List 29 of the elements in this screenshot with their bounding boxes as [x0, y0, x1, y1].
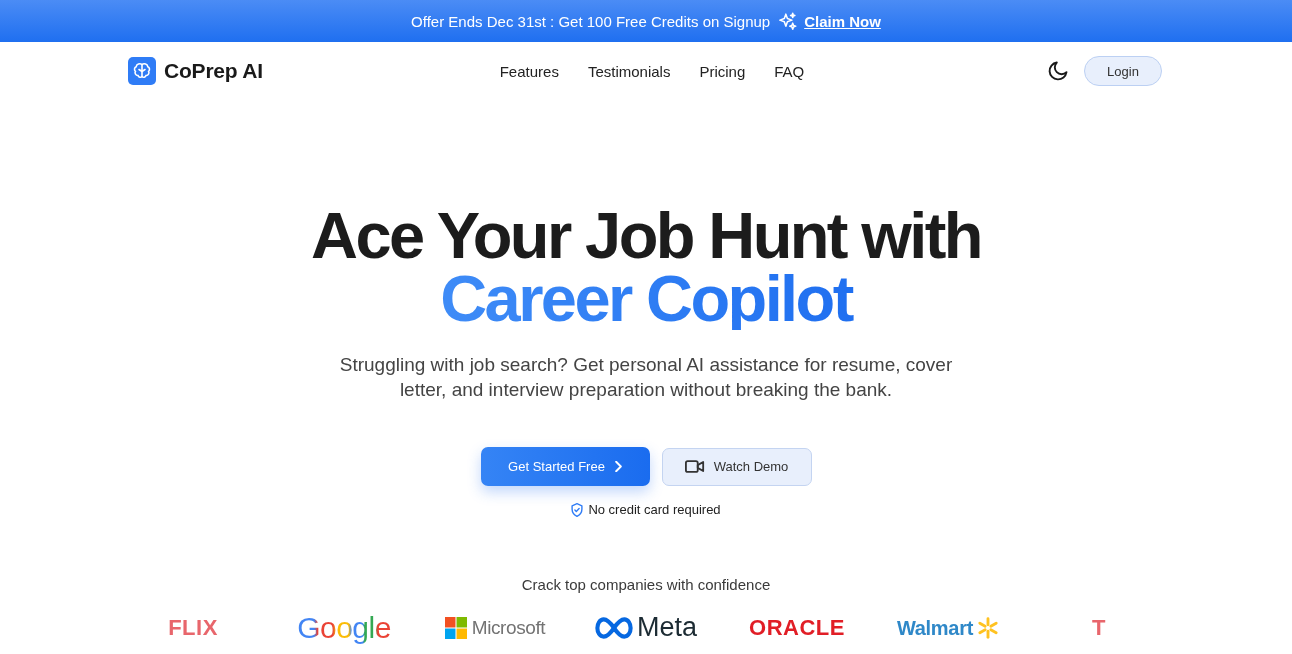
nav-link[interactable]: Testimonials — [587, 62, 671, 80]
moon-icon[interactable] — [1048, 61, 1068, 81]
nav-link[interactable]: Pricing — [699, 62, 746, 80]
company-wordmark: T — [1092, 615, 1106, 641]
promo-text: Offer Ends Dec 31st : Get 100 Free Credits on Signup — [411, 12, 771, 30]
four-squares-icon — [444, 617, 467, 639]
companies-heading: Crack top companies with confidence — [521, 576, 771, 594]
claim-now-link[interactable]: Claim Now — [804, 12, 881, 30]
company-wordmark: Microsoft — [471, 617, 546, 639]
spark-icon — [977, 617, 1000, 639]
company-wordmark: Meta — [637, 612, 697, 644]
brand-name: CoPrep AI — [164, 59, 263, 83]
nav-link[interactable]: Features — [499, 62, 559, 80]
nav-link[interactable]: FAQ — [774, 62, 805, 80]
subtitle-text: Struggling with job search? Get personal AI assistance for resume, cover letter, and interview preparation without breaking the bank. — [338, 353, 954, 402]
company-wordmark: ORACLE — [749, 615, 845, 641]
video-camera-icon — [684, 460, 705, 473]
chevron-right-icon — [614, 461, 622, 472]
company-wordmark: Walmart — [896, 616, 974, 640]
company-wordmark: FLIX — [168, 615, 218, 641]
infinity-loop-icon — [595, 617, 633, 639]
sparkle-icon — [779, 12, 798, 30]
login-button[interactable]: Login — [1084, 56, 1162, 86]
get-started-button[interactable]: Get Started Free — [480, 447, 650, 486]
watch-demo-button[interactable]: Watch Demo — [661, 447, 812, 486]
headline-text: Ace Your Job Hunt with — [310, 204, 982, 267]
brain-icon — [128, 57, 156, 85]
shield-check-icon — [571, 503, 584, 517]
no-credit-card-text: No credit card required — [588, 501, 721, 519]
